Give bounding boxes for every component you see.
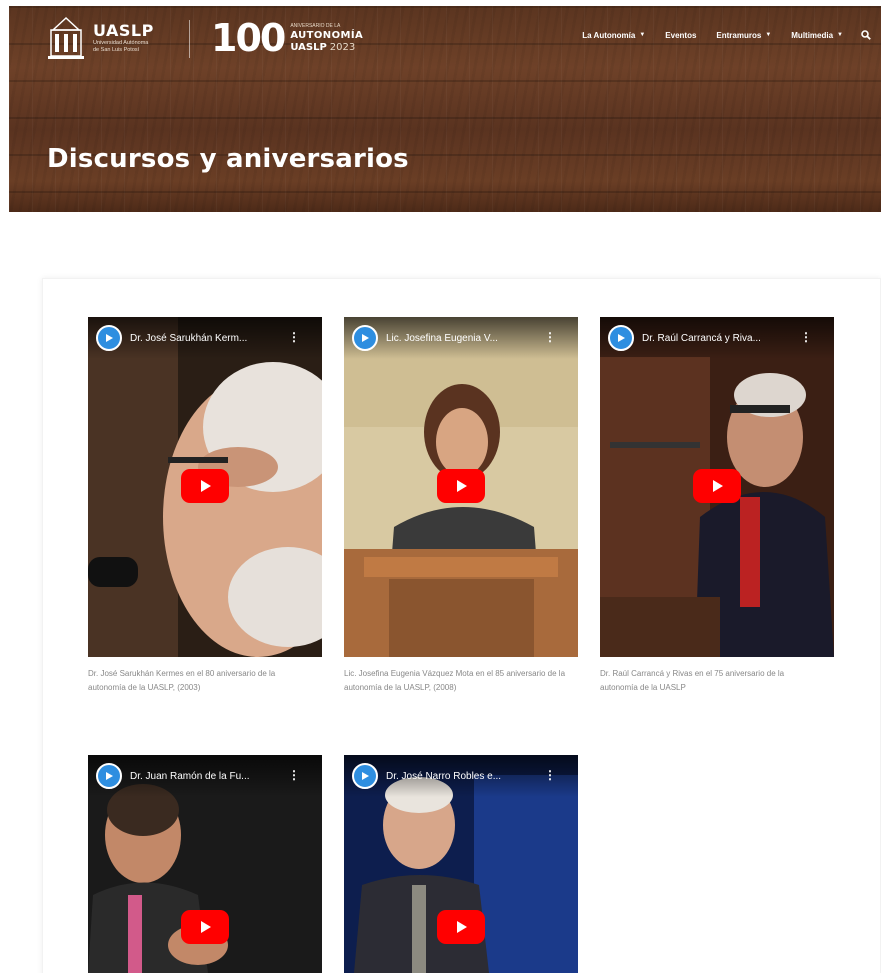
channel-avatar[interactable] xyxy=(96,325,122,351)
play-circle-icon xyxy=(362,772,369,780)
channel-avatar[interactable] xyxy=(96,763,122,789)
video-header: Dr. José Sarukhán Kerm... ⋮ xyxy=(88,317,322,359)
page-title: Discursos y aniversarios xyxy=(47,144,409,174)
play-icon xyxy=(457,921,467,933)
centenary-line2: AUTONOMÍA xyxy=(290,29,364,41)
chevron-down-icon: ▼ xyxy=(639,32,646,38)
video-title[interactable]: Dr. Juan Ramón de la Fu... xyxy=(130,771,290,782)
centenary-year: 2023 xyxy=(329,41,356,53)
play-icon xyxy=(201,480,211,492)
play-icon xyxy=(713,480,723,492)
video-title[interactable]: Lic. Josefina Eugenia V... xyxy=(386,333,546,344)
video-thumbnail[interactable]: Dr. Juan Ramón de la Fu... ⋮ xyxy=(88,755,322,973)
nav-label: La Autonomía xyxy=(582,30,636,40)
nav-label: Entramuros xyxy=(716,30,762,40)
video-item[interactable]: Lic. Josefina Eugenia V... ⋮ Lic. Josefi… xyxy=(344,317,578,695)
video-item[interactable]: Dr. Raúl Carrancá y Riva... ⋮ Dr. Raúl C… xyxy=(600,317,834,695)
youtube-play-button[interactable] xyxy=(693,469,741,503)
nav-item-eventos[interactable]: Eventos xyxy=(665,31,696,40)
video-thumbnail[interactable]: Dr. José Narro Robles e... ⋮ xyxy=(344,755,578,973)
video-header: Dr. Raúl Carrancá y Riva... ⋮ xyxy=(600,317,834,359)
video-thumbnail[interactable]: Lic. Josefina Eugenia V... ⋮ xyxy=(344,317,578,657)
channel-avatar[interactable] xyxy=(352,325,378,351)
video-header: Lic. Josefina Eugenia V... ⋮ xyxy=(344,317,578,359)
video-title[interactable]: Dr. Raúl Carrancá y Riva... xyxy=(642,333,802,344)
hero-banner: UASLP Universidad Autónoma de San Luis P… xyxy=(9,6,881,212)
chevron-down-icon: ▼ xyxy=(837,32,843,38)
video-title[interactable]: Dr. José Narro Robles e... xyxy=(386,771,546,782)
video-caption: Dr. José Sarukhán Kermes en el 80 aniver… xyxy=(88,669,276,692)
channel-avatar[interactable] xyxy=(352,763,378,789)
youtube-play-button[interactable] xyxy=(181,910,229,944)
video-caption: Lic. Josefina Eugenia Vázquez Mota en el… xyxy=(344,669,566,692)
video-title[interactable]: Dr. José Sarukhán Kerm... xyxy=(130,333,290,344)
logo-name: UASLP xyxy=(93,21,154,40)
play-circle-icon xyxy=(106,772,113,780)
more-options-icon[interactable]: ⋮ xyxy=(288,330,300,344)
video-item[interactable]: Dr. José Narro Robles e... ⋮ xyxy=(344,755,578,973)
video-thumbnail[interactable]: Dr. José Sarukhán Kerm... ⋮ xyxy=(88,317,322,657)
youtube-play-button[interactable] xyxy=(181,469,229,503)
play-icon xyxy=(457,480,467,492)
video-thumbnail[interactable]: Dr. Raúl Carrancá y Riva... ⋮ xyxy=(600,317,834,657)
play-circle-icon xyxy=(106,334,113,342)
search-icon[interactable] xyxy=(861,30,871,40)
more-options-icon[interactable]: ⋮ xyxy=(544,330,556,344)
video-item[interactable]: Dr. Juan Ramón de la Fu... ⋮ xyxy=(88,755,322,973)
more-options-icon[interactable]: ⋮ xyxy=(800,330,812,344)
play-circle-icon xyxy=(618,334,625,342)
video-gallery: Dr. José Sarukhán Kerm... ⋮ Dr. José Sar… xyxy=(42,278,881,973)
university-seal-icon xyxy=(48,16,84,59)
video-item[interactable]: Dr. José Sarukhán Kerm... ⋮ Dr. José Sar… xyxy=(88,317,322,695)
logo-subtitle: Universidad Autónoma de San Luis Potosí xyxy=(93,40,149,53)
youtube-play-button[interactable] xyxy=(437,469,485,503)
centenary-line3: UASLP xyxy=(290,41,327,53)
video-caption: Dr. Raúl Carrancá y Rivas en el 75 anive… xyxy=(600,669,785,692)
nav-label: Multimedia xyxy=(791,30,834,40)
chevron-down-icon: ▼ xyxy=(765,32,772,38)
nav-item-multimedia[interactable]: Multimedia ▼ xyxy=(791,31,843,40)
video-header: Dr. José Narro Robles e... ⋮ xyxy=(344,755,578,797)
nav-item-la-autonomia[interactable]: La Autonomía ▼ xyxy=(582,31,645,40)
centenary-logo[interactable]: 100 ANIVERSARIO DE LA AUTONOMÍA UASLP 202… xyxy=(211,18,363,58)
video-header: Dr. Juan Ramón de la Fu... ⋮ xyxy=(88,755,322,797)
play-circle-icon xyxy=(362,334,369,342)
nav-label: Eventos xyxy=(665,30,697,40)
play-icon xyxy=(201,921,211,933)
centenary-line1: ANIVERSARIO DE LA xyxy=(290,22,341,29)
youtube-play-button[interactable] xyxy=(437,910,485,944)
channel-avatar[interactable] xyxy=(608,325,634,351)
main-nav: La Autonomía ▼ Eventos Entramuros ▼ Mult… xyxy=(562,30,871,40)
logo-divider xyxy=(189,20,190,58)
more-options-icon[interactable]: ⋮ xyxy=(288,768,300,782)
centenary-number: 100 xyxy=(211,16,286,60)
nav-item-entramuros[interactable]: Entramuros ▼ xyxy=(716,31,771,40)
uaslp-logo[interactable]: UASLP Universidad Autónoma de San Luis P… xyxy=(45,16,154,60)
more-options-icon[interactable]: ⋮ xyxy=(544,768,556,782)
